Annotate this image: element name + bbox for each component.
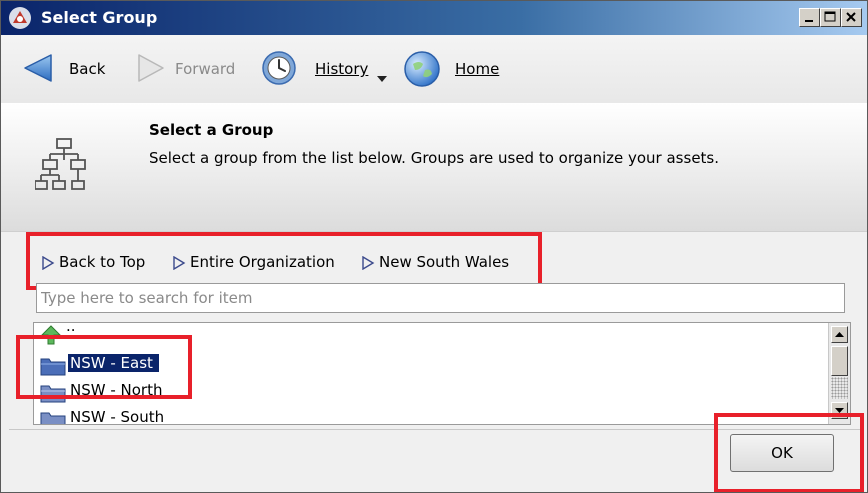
minimize-button[interactable] [799,8,820,27]
maximize-button[interactable] [820,8,841,27]
globe-home-icon [403,50,441,92]
hierarchy-icon [34,137,93,197]
list-item-label: .. [66,322,76,335]
list-scrollbar[interactable] [828,323,850,424]
forward-button[interactable]: Forward [133,35,249,103]
title-bar[interactable]: Select Group [1,1,867,35]
list-item-nsw-south[interactable]: NSW - South [40,406,820,425]
chevron-down-icon [377,68,387,86]
history-button[interactable]: History [259,35,394,103]
list-item-label: NSW - South [70,408,165,425]
navigation-toolbar: Back Forward History Home [1,35,867,104]
page-header: Select a Group Select a group from the l… [1,103,867,231]
close-button[interactable] [841,8,862,27]
ok-button-highlight-box [714,413,864,492]
breadcrumb-highlight-box [26,232,542,290]
back-button[interactable]: Back [19,35,114,103]
page-description: Select a group from the list below. Grou… [149,149,720,167]
select-group-window: Select Group Back Forward History Home S… [0,0,868,493]
group-selector: Back to Top Entire Organization New Sout… [1,231,867,492]
selected-item-highlight-box [16,335,192,399]
search-input[interactable] [36,283,845,313]
clock-icon [261,50,297,90]
folder-icon [40,410,66,424]
home-button[interactable]: Home [401,35,501,103]
page-title: Select a Group [149,121,274,139]
forward-label: Forward [175,60,236,78]
home-label: Home [455,60,500,78]
scroll-track[interactable] [831,377,848,399]
app-icon [7,5,33,31]
forward-arrow-icon [135,53,165,87]
history-label: History [315,60,369,78]
scroll-thumb[interactable] [831,346,848,376]
back-arrow-icon [21,53,55,87]
window-title: Select Group [41,8,158,27]
scroll-up-button[interactable] [831,326,848,343]
back-label: Back [69,60,106,78]
